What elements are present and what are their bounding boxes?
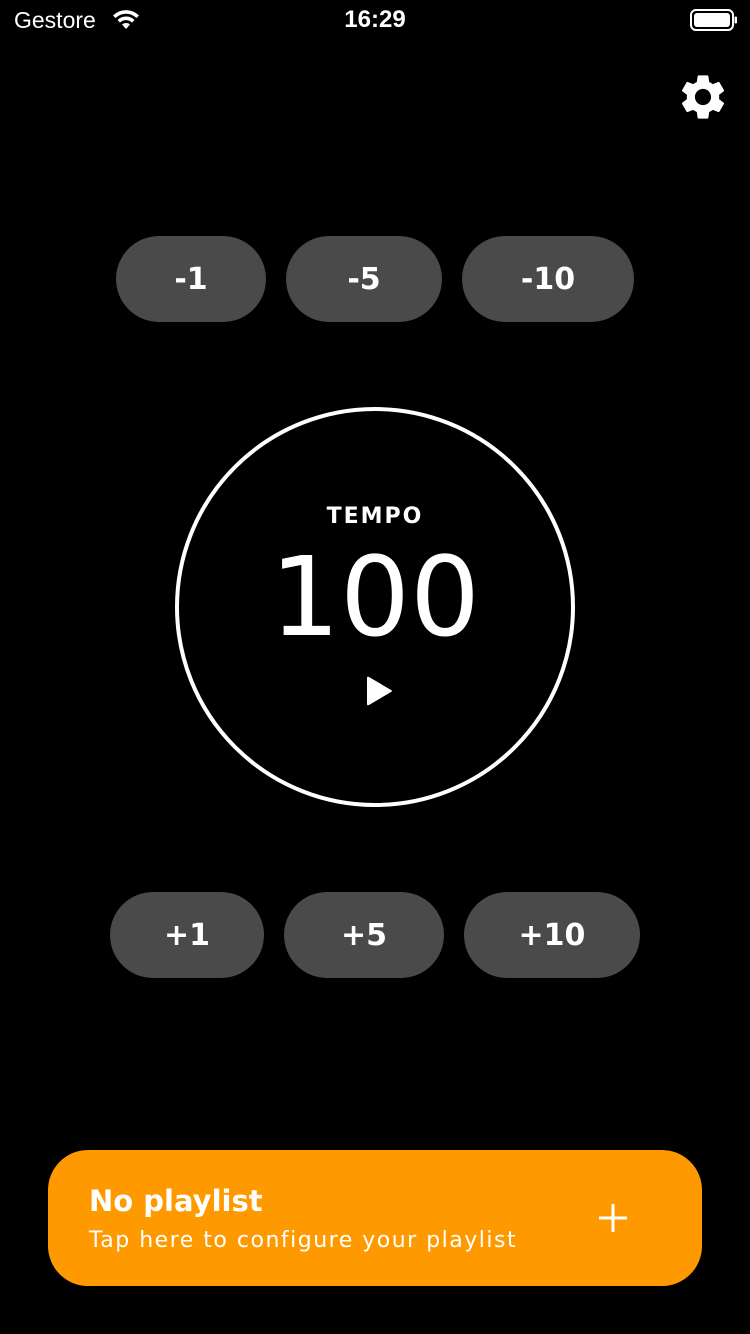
playlist-card[interactable]: No playlist Tap here to configure your p… xyxy=(48,1150,702,1286)
play-icon[interactable] xyxy=(363,673,397,709)
gear-icon xyxy=(676,75,730,128)
decrement-10-button[interactable]: -10 xyxy=(462,236,634,322)
playlist-subtitle: Tap here to configure your playlist xyxy=(89,1228,518,1253)
plus-icon[interactable] xyxy=(598,1203,628,1233)
tempo-dial[interactable]: TEMPO 100 xyxy=(175,407,575,807)
decrement-1-button[interactable]: -1 xyxy=(116,236,266,322)
status-bar: Gestore 16:29 xyxy=(0,0,750,40)
increment-5-button[interactable]: +5 xyxy=(284,892,444,978)
tempo-label: TEMPO xyxy=(326,504,424,529)
playlist-title: No playlist xyxy=(89,1184,263,1218)
battery-icon xyxy=(690,8,738,32)
status-time: 16:29 xyxy=(344,6,406,33)
tempo-value: 100 xyxy=(270,533,480,661)
increment-10-button[interactable]: +10 xyxy=(464,892,640,978)
decrement-5-button[interactable]: -5 xyxy=(286,236,442,322)
settings-button[interactable] xyxy=(676,70,730,124)
increment-1-button[interactable]: +1 xyxy=(110,892,264,978)
